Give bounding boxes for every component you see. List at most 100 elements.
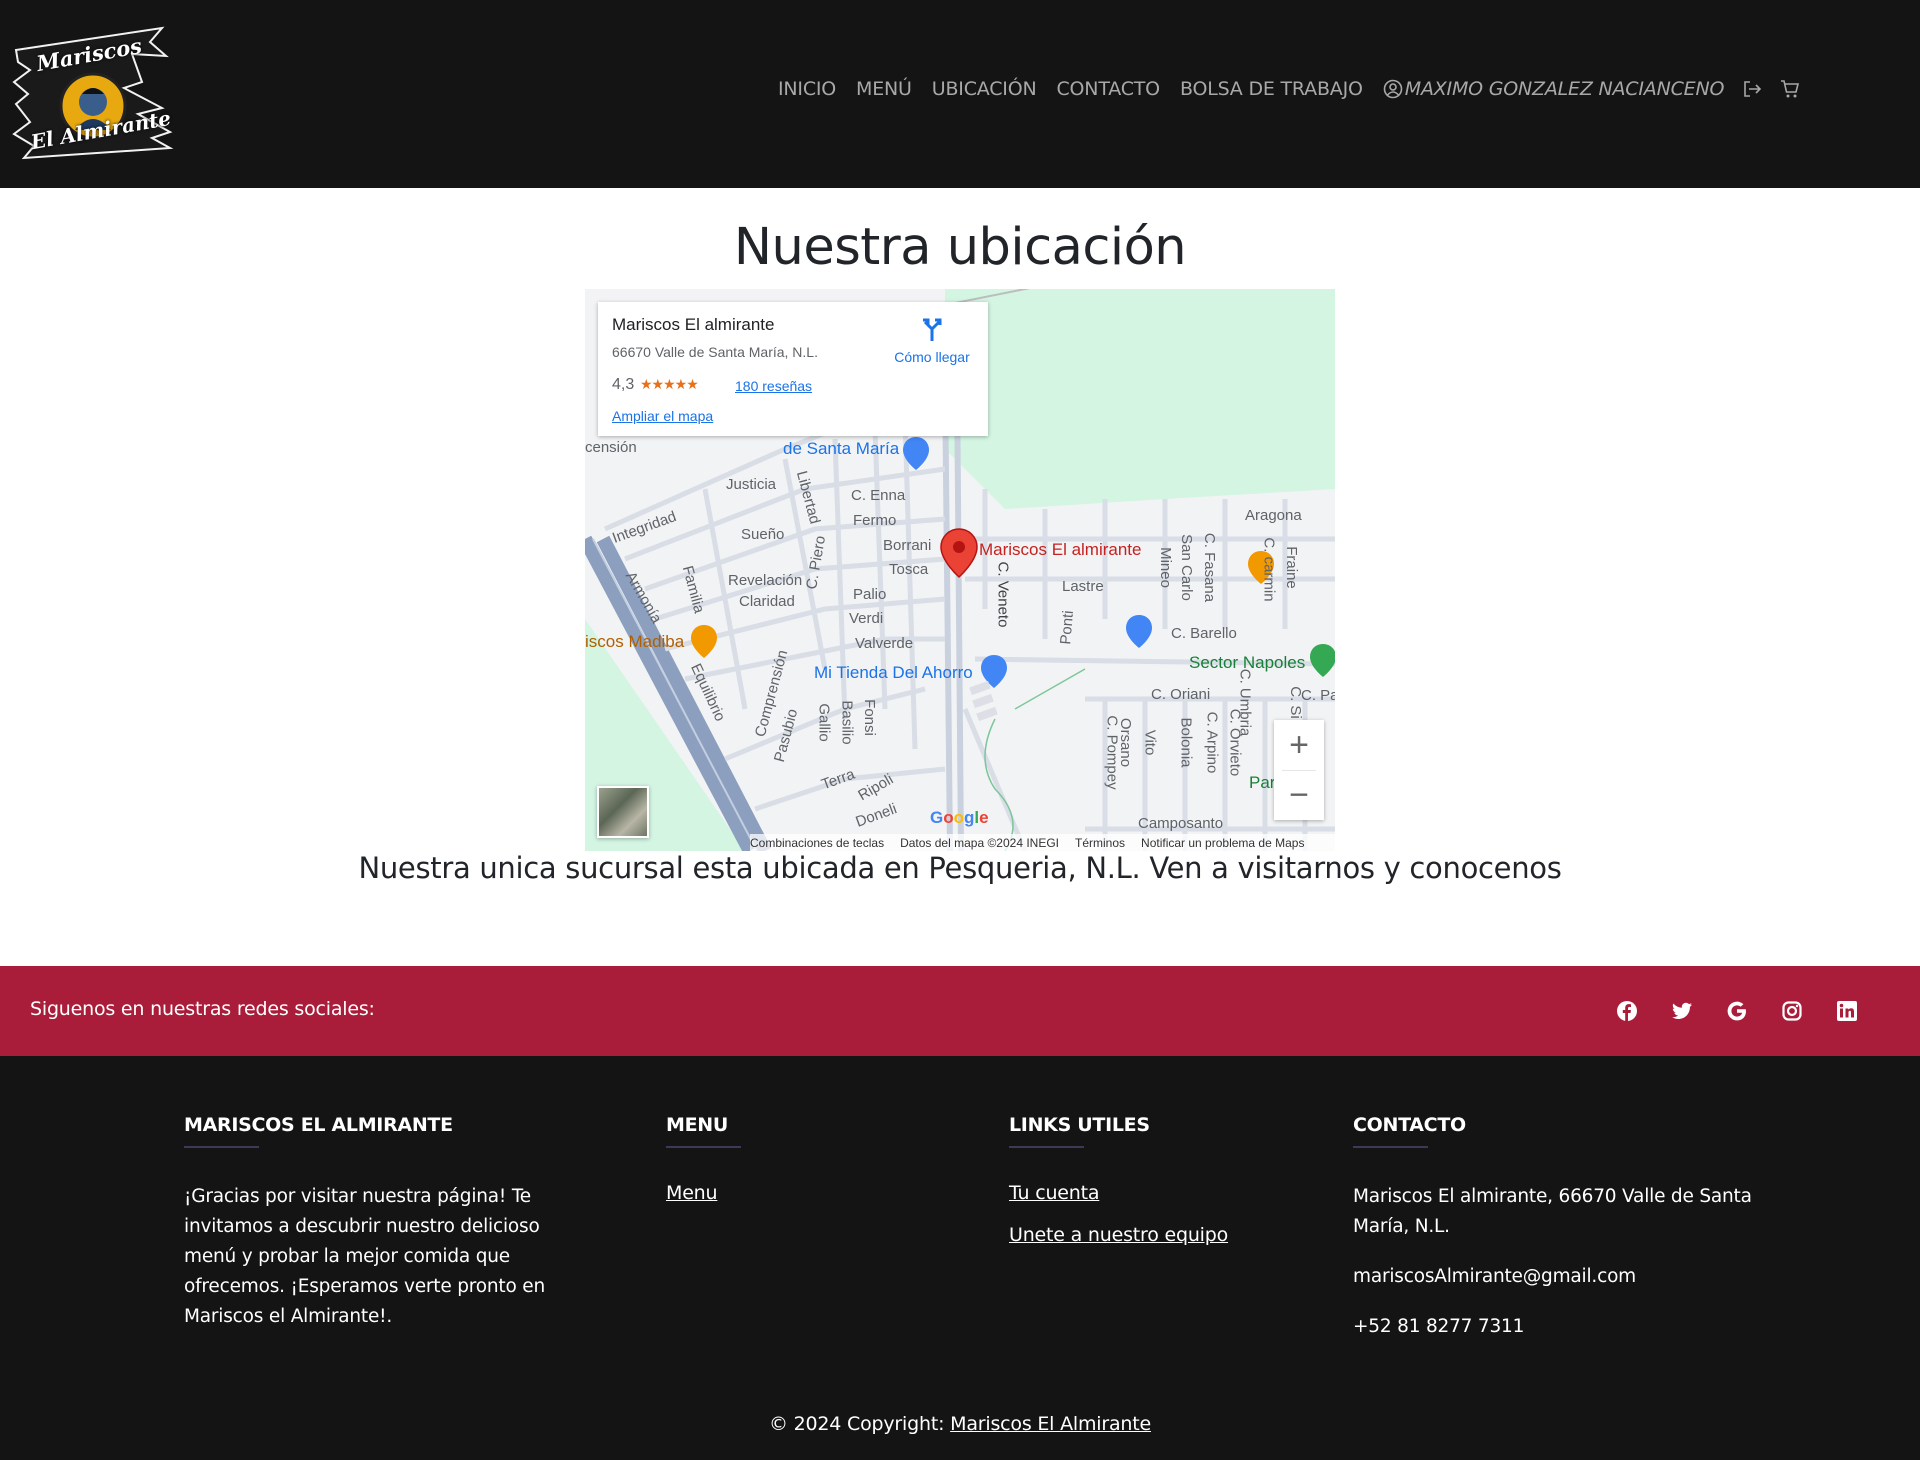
report-problem-link[interactable]: Notificar un problema de Maps	[1141, 836, 1304, 850]
street-label: Bolonia	[1177, 717, 1195, 768]
street-label: C. Si	[1286, 686, 1304, 719]
footer-title-underline	[666, 1146, 741, 1148]
keyboard-shortcuts-link[interactable]: Combinaciones de teclas	[750, 836, 884, 850]
street-label: Tosca	[889, 561, 929, 578]
street-label: Borrani	[883, 537, 932, 554]
google-icon[interactable]	[1726, 1000, 1748, 1022]
copyright-text: © 2024 Copyright:	[769, 1413, 951, 1435]
nav-inicio[interactable]: INICIO	[778, 78, 836, 100]
street-label: Fonsi	[860, 699, 878, 736]
cart-button[interactable]	[1780, 79, 1800, 99]
nav-contacto[interactable]: CONTACTO	[1056, 78, 1160, 100]
linkedin-icon[interactable]	[1836, 1000, 1858, 1022]
footer-title-underline	[184, 1146, 259, 1148]
footer-title-underline	[1353, 1146, 1428, 1148]
footer-menu-title: MENU	[666, 1114, 729, 1136]
zoom-in-button[interactable]: +	[1274, 720, 1324, 770]
map-data-text: Datos del mapa ©2024 INEGI	[900, 835, 1060, 850]
social-text: Siguenos en nuestras redes sociales:	[30, 998, 375, 1020]
facebook-icon[interactable]	[1616, 1000, 1638, 1022]
zoom-out-button[interactable]: −	[1274, 770, 1324, 820]
place-name: Mariscos El almirante	[612, 315, 775, 334]
street-label: Fraine	[1282, 546, 1300, 589]
street-label: C. Pa	[1301, 687, 1335, 704]
street-label: Valverde	[855, 635, 914, 652]
map-info-card: Mariscos El almirante 66670 Valle de San…	[598, 302, 988, 436]
footer-col-about: MARISCOS EL ALMIRANTE ¡Gracias por visit…	[184, 1114, 554, 1332]
satellite-toggle[interactable]	[597, 786, 649, 838]
street-label: C. carmin	[1260, 537, 1278, 602]
user-account[interactable]: MAXIMO GONZALEZ NACIANCENO	[1383, 78, 1724, 100]
footer-join-team-link[interactable]: Unete a nuestro equipo	[1009, 1224, 1309, 1246]
street-label: Camposanto	[1138, 815, 1224, 832]
rating-stars: ★★★★★	[640, 376, 699, 392]
google-map[interactable]: Justicia C. Enna Fermo Borrani Tosca Pal…	[585, 289, 1335, 851]
street-label: Gallio	[815, 703, 833, 742]
street-label: C. Fasana	[1201, 532, 1219, 603]
street-label: C. Orvieto	[1226, 708, 1244, 777]
footer-col-contact: CONTACTO Mariscos El almirante, 66670 Va…	[1353, 1114, 1773, 1342]
footer-menu-link[interactable]: Menu	[666, 1182, 906, 1204]
cart-icon	[1781, 80, 1800, 98]
marker-label[interactable]: Mariscos El almirante	[979, 540, 1142, 560]
instagram-icon[interactable]	[1781, 1000, 1803, 1022]
street-label: Revelación	[728, 572, 803, 589]
user-circle-icon	[1383, 79, 1403, 99]
footer-about-title: MARISCOS EL ALMIRANTE	[184, 1114, 453, 1136]
poi-label-restaurant[interactable]: iscos Madiba	[585, 632, 684, 652]
nav-links: INICIO MENÚ UBICACIÓN CONTACTO BOLSA DE …	[778, 78, 1818, 100]
street-label: Verdi	[849, 610, 884, 627]
street-label: Palio	[853, 586, 887, 603]
zoom-divider	[1282, 770, 1316, 771]
street-label: Ponti	[1057, 609, 1078, 646]
street-label: C. Barello	[1171, 625, 1237, 642]
street-label: Vito	[1141, 729, 1159, 756]
nav-menu[interactable]: MENÚ	[856, 78, 912, 100]
navbar: Mariscos El Almirante INICIO MENÚ UBICAC…	[0, 0, 1920, 188]
footer-account-link[interactable]: Tu cuenta	[1009, 1182, 1309, 1204]
street-label: Fermo	[853, 512, 897, 529]
street-label: censión	[585, 439, 637, 456]
street-label: Orsano	[1117, 717, 1135, 768]
footer-title-underline	[1009, 1146, 1084, 1148]
place-rating: 4,3	[612, 376, 635, 393]
logo[interactable]: Mariscos El Almirante	[12, 22, 174, 162]
street-label: C. Oriani	[1151, 686, 1211, 703]
enlarge-map-link[interactable]: Ampliar el mapa	[612, 408, 713, 424]
street-label: Claridad	[739, 593, 795, 610]
google-logo: Google	[930, 808, 989, 827]
footer-contact-email: mariscosAlmirante@gmail.com	[1353, 1266, 1637, 1287]
street-label: San Carlo	[1177, 534, 1195, 601]
directions-button[interactable]: Cómo llegar	[884, 316, 980, 365]
poi-label-supermarket[interactable]: de Santa María	[783, 439, 899, 459]
terms-link[interactable]: Términos	[1075, 836, 1125, 850]
social-icons	[1616, 1000, 1891, 1022]
poi-label-park2[interactable]: Par	[1249, 773, 1275, 793]
map-attribution: Combinaciones de teclas Datos del mapa ©…	[750, 834, 1335, 851]
poi-label-park[interactable]: Sector Napoles	[1189, 653, 1305, 673]
street-label: Lastre	[1062, 578, 1104, 595]
social-bar: Siguenos en nuestras redes sociales:	[0, 966, 1920, 1056]
footer: MARISCOS EL ALMIRANTE ¡Gracias por visit…	[0, 1056, 1920, 1460]
nav-bolsa-de-trabajo[interactable]: BOLSA DE TRABAJO	[1180, 78, 1363, 100]
reviews-link[interactable]: 180 reseñas	[735, 378, 812, 394]
street-label: C. Veneto	[994, 561, 1012, 628]
poi-label-store[interactable]: Mi Tienda Del Ahorro	[814, 663, 973, 683]
directions-icon	[923, 318, 942, 341]
page-title: Nuestra ubicación	[733, 218, 1187, 277]
place-address: 66670 Valle de Santa María, N.L.	[612, 344, 818, 360]
footer-contact-address: Mariscos El almirante, 66670 Valle de Sa…	[1353, 1186, 1752, 1237]
footer-col-links: LINKS UTILES Tu cuenta Unete a nuestro e…	[1009, 1114, 1309, 1246]
street-label: Sueño	[741, 526, 785, 543]
logout-icon	[1744, 81, 1762, 97]
twitter-icon[interactable]	[1671, 1000, 1693, 1022]
directions-label: Cómo llegar	[894, 349, 970, 365]
nav-ubicacion[interactable]: UBICACIÓN	[932, 78, 1037, 100]
user-name: MAXIMO GONZALEZ NACIANCENO	[1404, 78, 1725, 100]
logout-button[interactable]	[1742, 79, 1762, 99]
copyright-link[interactable]: Mariscos El Almirante	[950, 1413, 1151, 1435]
footer-links-title: LINKS UTILES	[1009, 1114, 1150, 1136]
street-label: C. Arpino	[1203, 711, 1221, 774]
copyright: © 2024 Copyright: Mariscos El Almirante	[0, 1413, 1920, 1435]
footer-contact-title: CONTACTO	[1353, 1114, 1466, 1136]
